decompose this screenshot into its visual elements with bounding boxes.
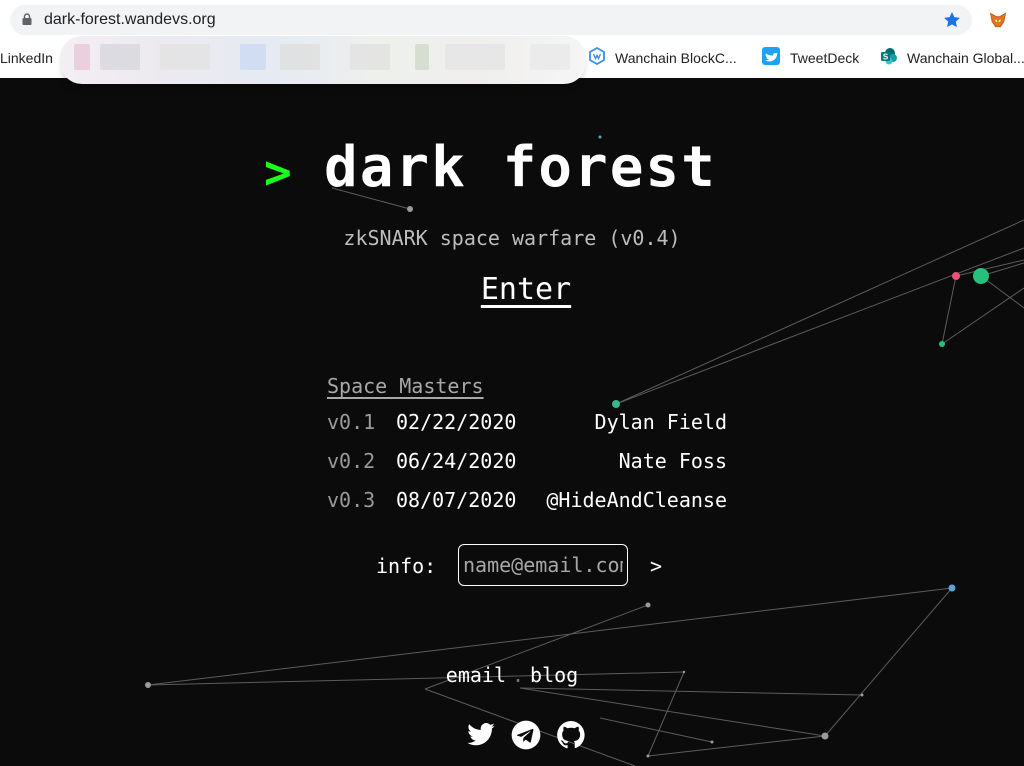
- winner-name: Nate Foss: [618, 449, 727, 473]
- svg-text:S: S: [883, 53, 889, 62]
- lock-icon[interactable]: [22, 13, 32, 25]
- star-icon[interactable]: [942, 10, 962, 30]
- date-label: 06/24/2020: [396, 449, 517, 473]
- logo-arrow: >: [264, 145, 292, 199]
- wanchain-icon: [589, 47, 605, 65]
- date-label: 08/07/2020: [396, 488, 517, 512]
- table-row: v0.1 02/22/2020 Dylan Field: [327, 410, 727, 438]
- blog-link[interactable]: blog: [530, 663, 578, 687]
- blurred-bookmarks: [60, 36, 586, 84]
- space-masters-heading[interactable]: Space Masters: [327, 374, 484, 398]
- metamask-fox-icon[interactable]: [988, 10, 1008, 30]
- footer-separator: .: [512, 663, 525, 687]
- footer-links: email. blog: [0, 663, 1024, 687]
- version-label: v0.3: [327, 488, 376, 512]
- dark-forest-landing: > dark forest zkSNARK space warfare (v0.…: [0, 78, 1024, 766]
- browser-chrome: dark-forest.wandevs.org LinkedIn Wanchai…: [0, 0, 1024, 84]
- bookmark-tweetdeck[interactable]: TweetDeck: [790, 50, 859, 66]
- bookmark-linkedin[interactable]: LinkedIn: [0, 50, 53, 66]
- sharepoint-icon: S: [881, 48, 897, 65]
- version-label: v0.1: [327, 410, 376, 434]
- telegram-icon[interactable]: [511, 720, 541, 750]
- table-row: v0.3 08/07/2020 @HideAndCleanse: [327, 488, 727, 516]
- bookmark-wanchain-global[interactable]: Wanchain Global...: [907, 50, 1024, 66]
- enter-button[interactable]: Enter: [476, 272, 576, 307]
- twitter-icon[interactable]: [466, 720, 496, 750]
- date-label: 02/22/2020: [396, 410, 517, 434]
- bookmark-wanchain-blockc[interactable]: Wanchain BlockC...: [615, 50, 737, 66]
- winner-name: @HideAndCleanse: [546, 488, 727, 512]
- github-icon[interactable]: [556, 720, 586, 750]
- table-row: v0.2 06/24/2020 Nate Foss: [327, 449, 727, 477]
- subtitle: zkSNARK space warfare (v0.4): [343, 226, 681, 250]
- address-bar-url[interactable]: dark-forest.wandevs.org: [44, 11, 216, 29]
- info-label: info:: [376, 554, 437, 578]
- email-link[interactable]: email: [446, 663, 506, 687]
- submit-email-button[interactable]: >: [650, 554, 662, 578]
- logo-title: dark forest: [324, 135, 717, 200]
- tweetdeck-icon: [762, 47, 780, 65]
- winner-name: Dylan Field: [594, 410, 727, 434]
- email-input[interactable]: [458, 544, 628, 586]
- version-label: v0.2: [327, 449, 376, 473]
